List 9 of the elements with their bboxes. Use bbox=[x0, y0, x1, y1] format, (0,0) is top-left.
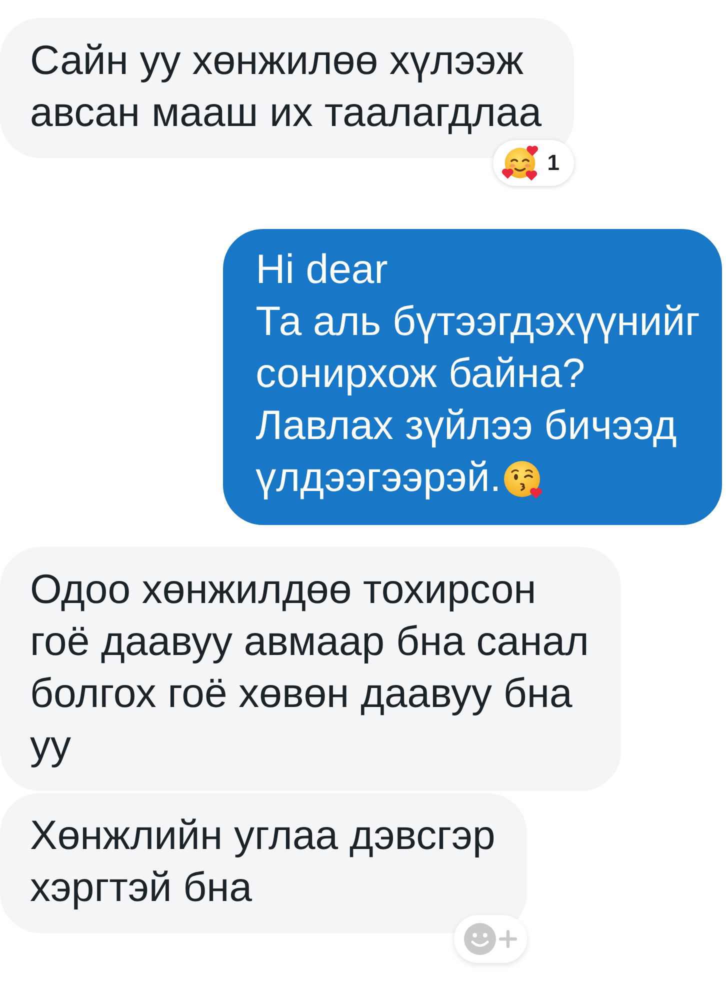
reaction-button[interactable]: 1 bbox=[493, 140, 574, 186]
add-reaction-button[interactable] bbox=[454, 915, 528, 963]
message-text: Hi dear Та аль бүтээгдэхүүнийг сонирхож байна? Лавлах зүйлээ бичээд үлдээгээрэй. bbox=[256, 246, 700, 500]
message-text: Сайн уу хөнжилөө хүлээж авсан мааш их таалагдлаа bbox=[30, 37, 542, 135]
message-text: Хөнжлийн углаа дэвсгэр хэргтэй бна bbox=[30, 812, 496, 910]
plus-icon bbox=[499, 930, 518, 948]
smiling-face-hearts-icon bbox=[501, 144, 540, 182]
message-text: Одоо хөнжилдөө тохирсон гоё даавуу авмаар бна санал болгох гоё хөвөн даавуу бна уу bbox=[30, 566, 589, 768]
smiley-icon bbox=[464, 923, 496, 955]
